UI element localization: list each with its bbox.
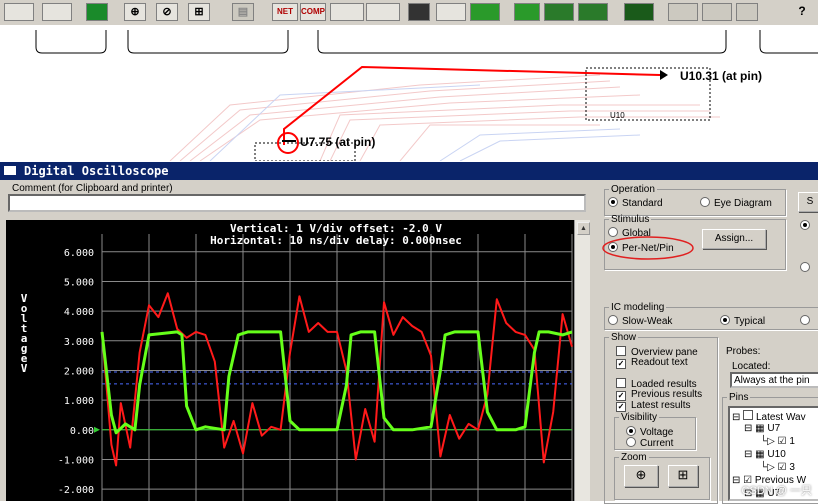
zoom-in-icon[interactable]: ⊕ <box>624 465 658 487</box>
board-tool-button[interactable] <box>86 3 108 21</box>
grid-tool-button[interactable] <box>470 3 500 21</box>
disabled-tool-4-button <box>736 3 758 21</box>
pcb-layout-view[interactable]: U10.31 (at pin) U7.75 (at pin) U10 <box>0 25 818 161</box>
toolbar: ⊕ ⊘ ⊞ ▤ NET COMP ? <box>0 0 818 26</box>
layer-tool-2-button[interactable] <box>42 3 72 21</box>
disabled-tool-2-button <box>668 3 698 21</box>
export-tool-button[interactable] <box>624 3 654 21</box>
u7-pin-label: U7.75 (at pin) <box>300 135 375 149</box>
zero-marker-icon <box>94 427 100 433</box>
standard-label: Standard <box>622 198 663 209</box>
readout-text-checkbox[interactable]: ✓Readout text <box>616 357 688 369</box>
tree-row-pin-3[interactable]: └▷ ☑ 3 <box>760 462 795 473</box>
y-axis-label-char: V <box>21 362 28 375</box>
operation-legend: Operation <box>609 184 657 195</box>
layer-tool-1-button[interactable] <box>4 3 34 21</box>
signal-tool-button[interactable] <box>366 3 400 21</box>
current-label: Current <box>640 438 673 449</box>
zoom-in-button[interactable]: ⊕ <box>124 3 146 21</box>
scroll-up-icon[interactable]: ▲ <box>577 222 590 235</box>
latest-results-checkbox[interactable]: ✓Latest results <box>616 400 690 412</box>
waveform-tool-button[interactable] <box>330 3 364 21</box>
eye-diagram-label: Eye Diagram <box>714 198 772 209</box>
oscilloscope-window: Digital Oscilloscope Comment (for Clipbo… <box>0 162 818 501</box>
side-button[interactable]: S <box>798 192 818 212</box>
y-tick-label: 1.000 <box>64 396 94 407</box>
comp-tool-button[interactable]: COMP <box>300 3 326 21</box>
disabled-tool-button: ▤ <box>232 3 254 21</box>
window-icon <box>4 166 16 175</box>
tree-pin1-label: 1 <box>789 436 795 447</box>
disabled-tool-3-button <box>702 3 732 21</box>
slow-weak-label: Slow-Weak <box>622 316 672 327</box>
latest-results-label: Latest results <box>631 400 690 411</box>
y-tick-label: 5.000 <box>64 277 94 288</box>
comment-input[interactable] <box>8 194 586 212</box>
watermark: CSDN @ 一只 <box>742 482 812 498</box>
located-select[interactable]: Always at the pin <box>730 372 818 388</box>
probes-label: Probes: <box>726 346 760 357</box>
highlight-ellipse <box>600 234 700 262</box>
zoom-out-button[interactable]: ⊘ <box>156 3 178 21</box>
tree-latest-label: Latest Wav <box>756 412 806 423</box>
ic-modeling-legend: IC modeling <box>609 302 666 313</box>
y-tick-label: 4.000 <box>64 307 94 318</box>
visibility-legend: Visibility <box>619 412 659 423</box>
report-tool-button[interactable] <box>578 3 608 21</box>
side-radio-1[interactable] <box>800 220 814 232</box>
side-radio-2[interactable] <box>800 262 814 274</box>
pcb-traces <box>0 25 818 161</box>
y-tick-label: 3.000 <box>64 337 94 348</box>
current-radio[interactable]: Current <box>626 437 673 449</box>
y-tick-label: 6.000 <box>64 248 94 259</box>
previous-results-label: Previous results <box>631 389 702 400</box>
pin-arrow-icon: └▷ <box>760 436 775 447</box>
tree-u7-label: U7 <box>767 423 780 434</box>
assign-button[interactable]: Assign... <box>702 229 766 249</box>
scope-header-horizontal: Horizontal: 10 ns/div delay: 0.000nsec <box>210 234 462 247</box>
waveform-plot: 6.000 5.000 4.000 3.000 2.000 1.000 0.00 -1.000… <box>6 220 574 501</box>
u10-pin-label: U10.31 (at pin) <box>680 69 762 83</box>
typical-label: Typical <box>734 316 765 327</box>
comment-label: Comment (for Clipboard and printer) <box>12 183 173 194</box>
tree-u10-label: U10 <box>767 449 785 460</box>
pin-arrow-icon: └▷ <box>760 462 775 473</box>
tree-row-u10[interactable]: ⊟ ▦ U10 <box>744 449 786 460</box>
scope-scrollbar[interactable]: ▲ <box>574 220 590 501</box>
u10-label: U10 <box>610 111 625 120</box>
typical-radio[interactable]: Typical <box>720 315 765 327</box>
tree-row-pin-1[interactable]: └▷ ☑ 1 <box>760 436 795 447</box>
side-radio-3[interactable] <box>800 315 814 327</box>
help-icon[interactable]: ? <box>792 3 812 21</box>
scope-tool-button[interactable] <box>436 3 466 21</box>
zoom-fit-icon[interactable]: ⊞ <box>668 465 698 487</box>
tree-pin3-label: 3 <box>789 462 795 473</box>
tree-row-latest[interactable]: ⊟ Latest Wav <box>732 410 806 423</box>
scope-display[interactable]: 6.000 5.000 4.000 3.000 2.000 1.000 0.00 -1.000… <box>6 220 574 501</box>
chip-icon: ▦ <box>755 423 764 434</box>
slow-weak-radio[interactable]: Slow-Weak <box>608 315 672 327</box>
chart-tool-button[interactable] <box>514 3 540 21</box>
y-tick-label: 0.00 <box>70 426 94 437</box>
tree-row-u7[interactable]: ⊟ ▦ U7 <box>744 423 780 434</box>
chip-icon: ▦ <box>755 449 764 460</box>
located-label: Located: <box>732 361 770 372</box>
zoom-fit-button[interactable]: ⊞ <box>188 3 210 21</box>
sim-tool-button[interactable] <box>544 3 574 21</box>
y-tick-label: 2.000 <box>64 366 94 377</box>
readout-text-label: Readout text <box>631 357 688 368</box>
y-tick-label: -1.000 <box>58 455 94 466</box>
net-tool-button[interactable]: NET <box>272 3 298 21</box>
y-tick-label: -2.000 <box>58 485 94 496</box>
show-legend: Show <box>609 332 638 343</box>
pins-legend: Pins <box>727 392 750 403</box>
window-titlebar[interactable]: Digital Oscilloscope <box>0 162 818 180</box>
standard-radio[interactable]: Standard <box>608 197 663 209</box>
zoom-legend: Zoom <box>619 452 649 463</box>
layer-toggle-button[interactable] <box>408 3 430 21</box>
eye-diagram-radio[interactable]: Eye Diagram <box>700 197 772 209</box>
stimulus-legend: Stimulus <box>609 214 651 225</box>
window-title: Digital Oscilloscope <box>24 162 169 180</box>
